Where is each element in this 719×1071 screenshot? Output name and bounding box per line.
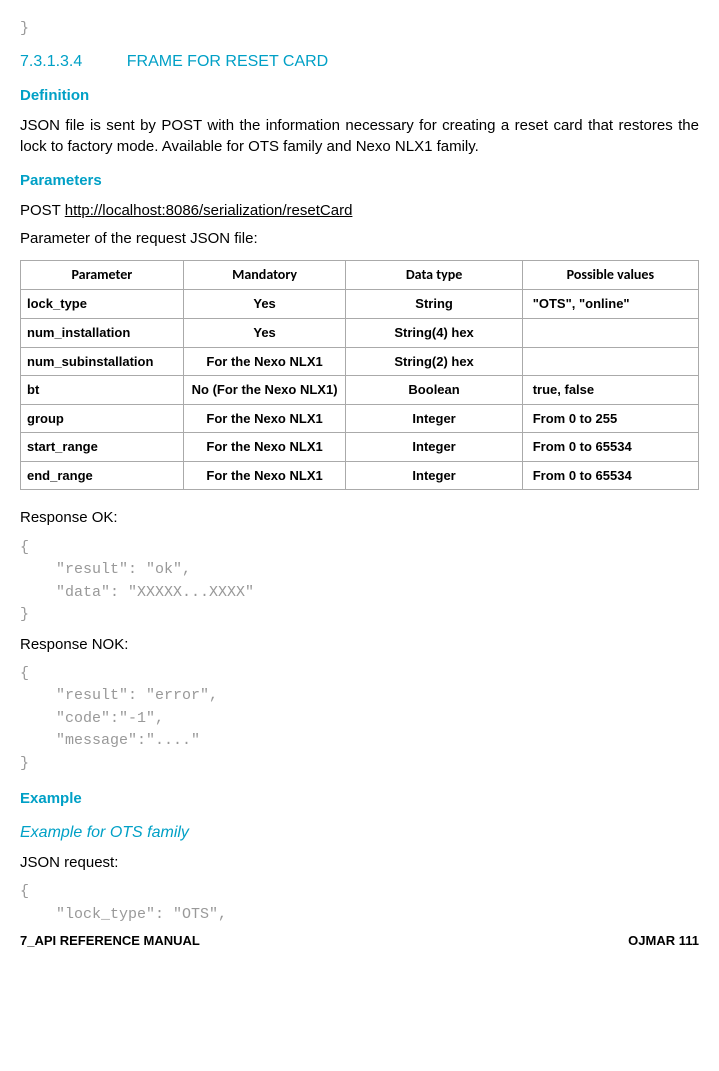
definition-text: JSON file is sent by POST with the infor… xyxy=(20,116,699,157)
cell-dtype: String(4) hex xyxy=(346,319,522,348)
cell-param: lock_type xyxy=(21,290,184,319)
json-request-label: JSON request: xyxy=(20,853,699,873)
cell-mand: No (For the Nexo NLX1) xyxy=(183,376,346,405)
footer-left: 7_API REFERENCE MANUAL xyxy=(20,932,200,950)
section-title: FRAME FOR RESET CARD xyxy=(127,53,329,70)
table-row: end_range For the Nexo NLX1 Integer From… xyxy=(21,461,699,490)
parameters-heading: Parameters xyxy=(20,171,699,191)
cell-vals: true, false xyxy=(522,376,698,405)
cell-vals: From 0 to 65534 xyxy=(522,461,698,490)
table-row: group For the Nexo NLX1 Integer From 0 t… xyxy=(21,404,699,433)
page-footer: 7_API REFERENCE MANUAL OJMAR 111 xyxy=(20,932,699,950)
table-row: num_subinstallation For the Nexo NLX1 St… xyxy=(21,347,699,376)
cell-mand: For the Nexo NLX1 xyxy=(183,433,346,462)
table-row: start_range For the Nexo NLX1 Integer Fr… xyxy=(21,433,699,462)
cell-vals xyxy=(522,319,698,348)
table-row: num_installation Yes String(4) hex xyxy=(21,319,699,348)
section-heading: 7.3.1.3.4 FRAME FOR RESET CARD xyxy=(20,51,699,73)
cell-param: end_range xyxy=(21,461,184,490)
cell-dtype: Integer xyxy=(346,461,522,490)
json-request-code: { "lock_type": "OTS", xyxy=(20,881,699,926)
response-nok-label: Response NOK: xyxy=(20,635,699,655)
code-closing-brace: } xyxy=(20,18,699,41)
table-row: bt No (For the Nexo NLX1) Boolean true, … xyxy=(21,376,699,405)
cell-dtype: Boolean xyxy=(346,376,522,405)
cell-param: group xyxy=(21,404,184,433)
cell-vals xyxy=(522,347,698,376)
th-datatype: Data type xyxy=(346,260,522,290)
post-line: POST http://localhost:8086/serialization… xyxy=(20,201,699,221)
cell-param: num_installation xyxy=(21,319,184,348)
definition-heading: Definition xyxy=(20,86,699,106)
th-parameter: Parameter xyxy=(21,260,184,290)
cell-mand: For the Nexo NLX1 xyxy=(183,404,346,433)
table-row: lock_type Yes String "OTS", "online" xyxy=(21,290,699,319)
table-header-row: Parameter Mandatory Data type Possible v… xyxy=(21,260,699,290)
post-url[interactable]: http://localhost:8086/serialization/rese… xyxy=(65,202,353,219)
cell-dtype: Integer xyxy=(346,433,522,462)
param-intro: Parameter of the request JSON file: xyxy=(20,229,699,249)
cell-param: start_range xyxy=(21,433,184,462)
section-number: 7.3.1.3.4 xyxy=(20,53,82,70)
cell-mand: For the Nexo NLX1 xyxy=(183,461,346,490)
cell-mand: For the Nexo NLX1 xyxy=(183,347,346,376)
th-values: Possible values xyxy=(522,260,698,290)
cell-dtype: String(2) hex xyxy=(346,347,522,376)
cell-dtype: String xyxy=(346,290,522,319)
cell-mand: Yes xyxy=(183,319,346,348)
cell-vals: From 0 to 65534 xyxy=(522,433,698,462)
cell-mand: Yes xyxy=(183,290,346,319)
example-subheading: Example for OTS family xyxy=(20,822,699,844)
response-ok-code: { "result": "ok", "data": "XXXXX...XXXX"… xyxy=(20,537,699,627)
example-heading: Example xyxy=(20,789,699,809)
cell-vals: "OTS", "online" xyxy=(522,290,698,319)
post-label: POST xyxy=(20,202,65,219)
parameters-table: Parameter Mandatory Data type Possible v… xyxy=(20,260,699,491)
cell-vals: From 0 to 255 xyxy=(522,404,698,433)
footer-right: OJMAR 111 xyxy=(628,932,699,950)
cell-param: num_subinstallation xyxy=(21,347,184,376)
cell-dtype: Integer xyxy=(346,404,522,433)
response-nok-code: { "result": "error", "code":"-1", "messa… xyxy=(20,663,699,776)
cell-param: bt xyxy=(21,376,184,405)
response-ok-label: Response OK: xyxy=(20,508,699,528)
th-mandatory: Mandatory xyxy=(183,260,346,290)
